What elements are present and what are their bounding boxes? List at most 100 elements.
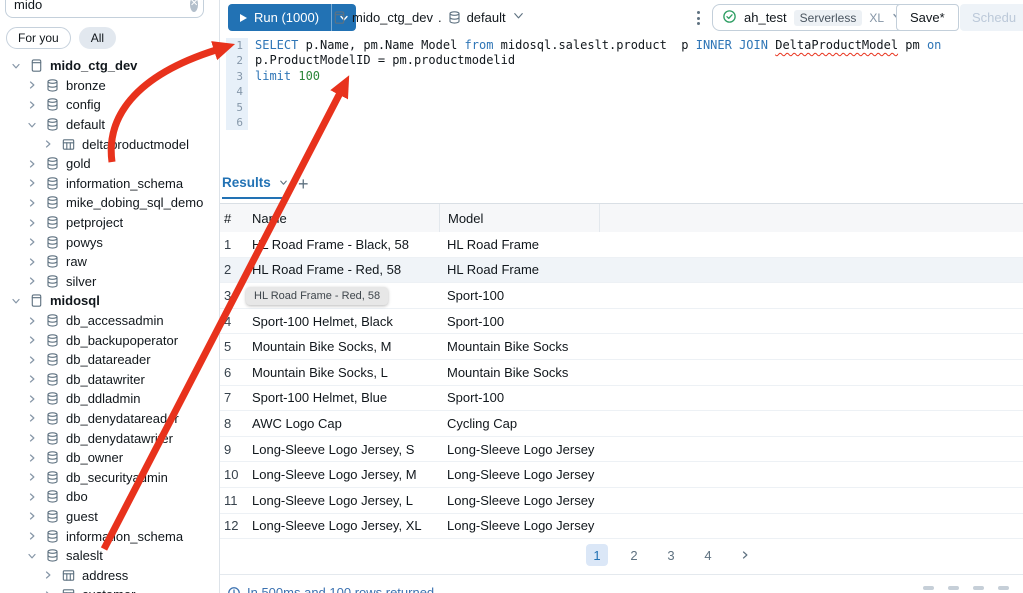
tree-item-label: gold [66, 156, 91, 172]
chevron-right-icon[interactable] [24, 371, 40, 387]
tree-item-powys[interactable]: powys [0, 232, 219, 252]
page-1-button[interactable]: 1 [586, 544, 608, 566]
table-row-7[interactable]: 7 Sport-100 Helmet, Blue Sport-100 [220, 386, 1023, 412]
tree-item-db_owner[interactable]: db_owner [0, 448, 219, 468]
chevron-down-icon[interactable] [24, 548, 40, 564]
cell-model: Sport-100 [447, 313, 505, 329]
tree-item-gold[interactable]: gold [0, 154, 219, 174]
chevron-down-icon[interactable] [8, 58, 24, 74]
tree-item-db_datareader[interactable]: db_datareader [0, 350, 219, 370]
table-row-1[interactable]: 1 HL Road Frame - Black, 58 HL Road Frame [220, 232, 1023, 258]
tree-item-information_schema[interactable]: information_schema [0, 174, 219, 194]
tree-item-db_backupoperator[interactable]: db_backupoperator [0, 330, 219, 350]
chevron-right-icon[interactable] [24, 273, 40, 289]
kebab-menu-icon[interactable] [690, 8, 706, 28]
warehouse-selector[interactable]: ah_test Serverless XL [712, 4, 914, 31]
sql-code-editor[interactable]: 1 23 456 SELECT p.Name, pm.Name Model from… [226, 38, 1023, 131]
tree-item-deltaproductmodel[interactable]: deltaproductmodel [0, 134, 219, 154]
code-line-6[interactable] [255, 115, 941, 130]
column-header-model[interactable]: Model [439, 204, 599, 232]
catalog-schema-selector[interactable]: mido_ctg_dev . default [332, 8, 526, 26]
chevron-right-icon[interactable] [40, 587, 56, 593]
chevron-down-icon[interactable] [24, 117, 40, 133]
tree-item-customer[interactable]: customer [0, 585, 219, 593]
tree-item-saleslt[interactable]: saleslt [0, 546, 219, 566]
column-header-name[interactable]: Name [244, 211, 439, 226]
tree-item-petproject[interactable]: petproject [0, 213, 219, 233]
table-row-10[interactable]: 10 Long-Sleeve Logo Jersey, M Long-Sleeve … [220, 462, 1023, 488]
warehouse-name: ah_test [744, 10, 787, 25]
table-row-4[interactable]: 4 Sport-100 Helmet, Black Sport-100 [220, 309, 1023, 335]
chevron-right-icon[interactable] [24, 352, 40, 368]
code-line-4[interactable] [255, 84, 941, 99]
tree-item-information_schema[interactable]: information_schema [0, 526, 219, 546]
catalog-search-input[interactable] [14, 0, 190, 12]
page-4-button[interactable]: 4 [697, 544, 719, 566]
table-row-2[interactable]: 2 HL Road Frame - Red, 58 HL Road Frame [220, 257, 1023, 284]
code-area[interactable]: SELECT p.Name, pm.Name Model from midosq… [248, 38, 941, 130]
chevron-right-icon[interactable] [24, 332, 40, 348]
chevron-right-icon[interactable] [24, 97, 40, 113]
chevron-right-icon[interactable] [24, 195, 40, 211]
chevron-right-icon[interactable] [24, 410, 40, 426]
tree-item-guest[interactable]: guest [0, 507, 219, 527]
catalog-search-box[interactable]: ✕ [5, 0, 204, 18]
chevron-right-icon[interactable] [40, 136, 56, 152]
table-row-12[interactable]: 12 Long-Sleeve Logo Jersey, XL Long-Sleeve… [220, 514, 1023, 540]
chevron-right-icon[interactable] [24, 450, 40, 466]
chevron-right-icon[interactable] [24, 469, 40, 485]
chevron-right-icon[interactable] [24, 77, 40, 93]
chevron-right-icon[interactable] [24, 508, 40, 524]
table-row-5[interactable]: 5 Mountain Bike Socks, M Mountain Bike Soc… [220, 334, 1023, 360]
page-3-button[interactable]: 3 [660, 544, 682, 566]
tree-item-raw[interactable]: raw [0, 252, 219, 272]
table-row-11[interactable]: 11 Long-Sleeve Logo Jersey, L Long-Sleeve … [220, 488, 1023, 514]
tree-item-mike_dobing_sql_demo[interactable]: mike_dobing_sql_demo [0, 193, 219, 213]
tree-item-config[interactable]: config [0, 95, 219, 115]
code-line-2[interactable]: p.ProductModelID = pm.productmodelid [255, 53, 941, 68]
chevron-right-icon[interactable] [24, 234, 40, 250]
search-clear-icon[interactable]: ✕ [190, 0, 199, 12]
tree-item-db_datawriter[interactable]: db_datawriter [0, 370, 219, 390]
cell-name: Long-Sleeve Logo Jersey, S [252, 441, 415, 457]
chevron-down-icon[interactable] [8, 293, 24, 309]
statusbar-actions-clipped[interactable] [923, 586, 1009, 590]
tree-item-silver[interactable]: silver [0, 272, 219, 292]
chevron-right-icon[interactable] [24, 156, 40, 172]
tree-item-address[interactable]: address [0, 565, 219, 585]
chevron-right-icon[interactable] [24, 489, 40, 505]
tree-item-dbo[interactable]: dbo [0, 487, 219, 507]
chevron-right-icon[interactable] [24, 313, 40, 329]
filter-chip-for-you[interactable]: For you [6, 27, 71, 49]
tree-item-midosql[interactable]: midosql [0, 291, 219, 311]
next-page-button[interactable] [734, 544, 756, 566]
code-line-3[interactable]: limit 100 [255, 69, 941, 84]
code-line-1[interactable]: SELECT p.Name, pm.Name Model from midosq… [255, 38, 941, 53]
tree-item-db_denydatawriter[interactable]: db_denydatawriter [0, 428, 219, 448]
tree-item-default[interactable]: default [0, 115, 219, 135]
tab-results[interactable]: Results [222, 175, 289, 199]
tree-item-mido_ctg_dev[interactable]: mido_ctg_dev [0, 56, 219, 76]
tree-item-db_ddladmin[interactable]: db_ddladmin [0, 389, 219, 409]
tree-item-db_denydatareader[interactable]: db_denydatareader [0, 409, 219, 429]
table-row-9[interactable]: 9 Long-Sleeve Logo Jersey, S Long-Sleeve L… [220, 437, 1023, 463]
filter-chip-all[interactable]: All [78, 27, 117, 49]
chevron-right-icon[interactable] [24, 528, 40, 544]
table-row-6[interactable]: 6 Mountain Bike Socks, L Mountain Bike Soc… [220, 360, 1023, 386]
schema-icon [44, 313, 60, 329]
chevron-right-icon[interactable] [24, 215, 40, 231]
code-line-5[interactable] [255, 100, 941, 115]
chevron-right-icon[interactable] [24, 430, 40, 446]
chevron-right-icon[interactable] [24, 254, 40, 270]
tree-item-db_accessadmin[interactable]: db_accessadmin [0, 311, 219, 331]
save-button[interactable]: Save* [896, 4, 959, 31]
chevron-right-icon[interactable] [24, 391, 40, 407]
column-header-index[interactable]: # [220, 211, 244, 226]
table-row-8[interactable]: 8 AWC Logo Cap Cycling Cap [220, 411, 1023, 437]
chevron-right-icon[interactable] [24, 175, 40, 191]
tree-item-bronze[interactable]: bronze [0, 76, 219, 96]
add-results-tab-button[interactable]: + [298, 174, 309, 195]
tree-item-db_securityadmin[interactable]: db_securityadmin [0, 467, 219, 487]
page-2-button[interactable]: 2 [623, 544, 645, 566]
chevron-right-icon[interactable] [40, 567, 56, 583]
